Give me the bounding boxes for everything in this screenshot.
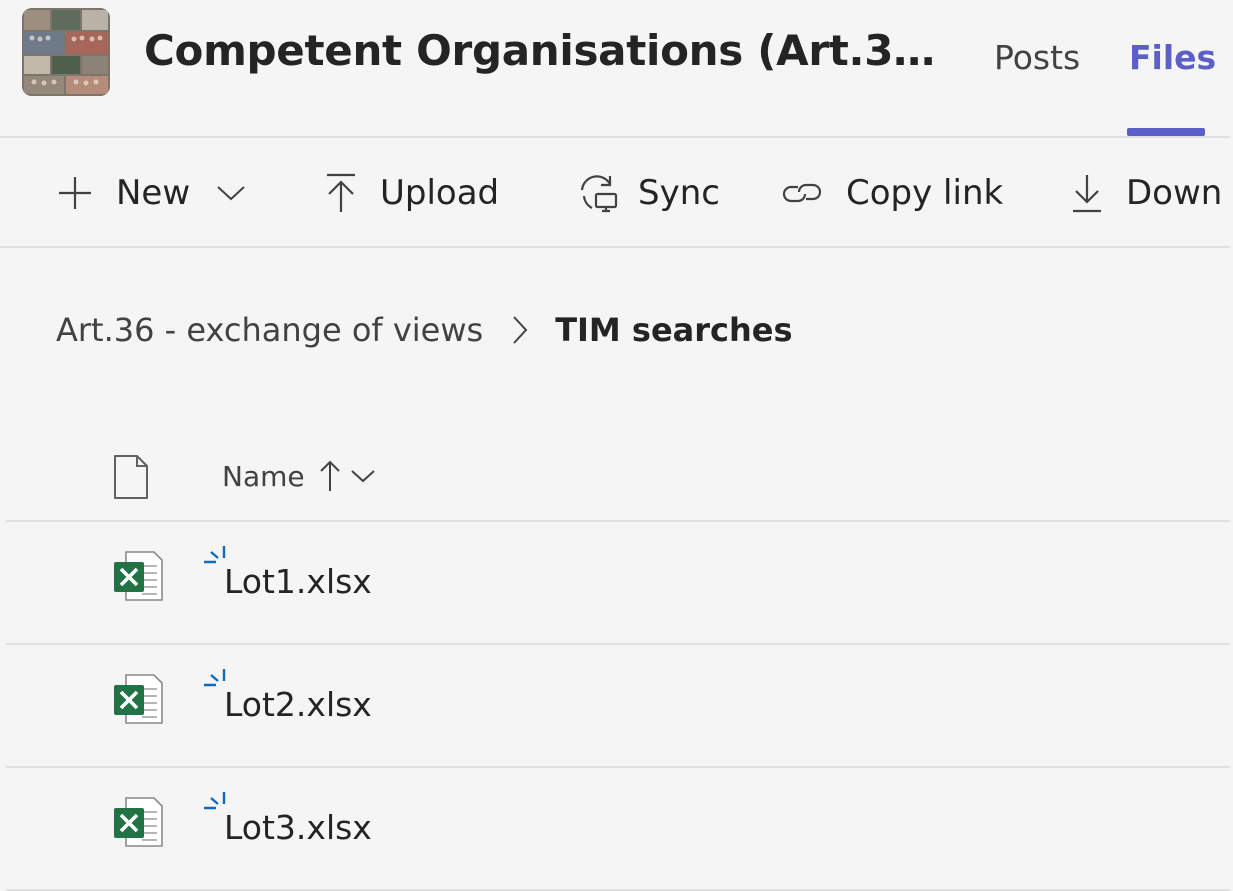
upload-icon <box>327 173 355 212</box>
link-icon <box>782 183 822 203</box>
breadcrumb-current-folder: TIM searches <box>555 311 793 349</box>
team-header: Competent Organisations (Art.3… Posts Fi… <box>0 0 1230 138</box>
file-name[interactable]: Lot1.xlsx <box>224 562 372 601</box>
team-photo-collage-icon <box>22 8 110 96</box>
command-bar: New Upload Sync Copy link Down <box>0 138 1230 248</box>
tab-files[interactable]: Files <box>1129 38 1216 77</box>
upload-button-label: Upload <box>380 173 500 213</box>
team-title: Competent Organisations (Art.3… <box>144 26 935 75</box>
chevron-right-icon <box>511 314 529 346</box>
file-row[interactable]: Lot1.xlsx <box>6 522 1230 645</box>
download-button-label: Down <box>1126 173 1223 213</box>
sync-button-label: Sync <box>638 173 720 213</box>
new-button-label: New <box>116 173 191 213</box>
file-name[interactable]: Lot2.xlsx <box>224 685 372 724</box>
sort-ascending-icon <box>319 460 340 491</box>
name-column-header[interactable]: Name <box>222 456 377 496</box>
download-icon <box>1073 175 1101 213</box>
name-column-label: Name <box>222 459 305 493</box>
chevron-down-icon <box>217 186 245 201</box>
team-avatar[interactable] <box>22 8 110 96</box>
file-name[interactable]: Lot3.xlsx <box>224 808 372 847</box>
excel-file-icon <box>112 796 164 852</box>
chevron-down-icon <box>350 470 375 483</box>
tab-posts[interactable]: Posts <box>994 38 1080 77</box>
document-icon <box>114 455 148 499</box>
breadcrumb: Art.36 - exchange of views TIM searches <box>56 308 793 352</box>
file-row[interactable]: Lot3.xlsx <box>6 768 1230 891</box>
download-button[interactable]: Down <box>1070 168 1222 218</box>
file-row[interactable]: Lot2.xlsx <box>6 645 1230 768</box>
list-header: Name <box>6 430 1230 522</box>
new-button[interactable]: New <box>56 168 246 218</box>
sync-button[interactable]: Sync <box>576 168 720 218</box>
sync-icon <box>580 175 618 213</box>
breadcrumb-parent-folder[interactable]: Art.36 - exchange of views <box>56 311 483 349</box>
copy-link-button-label: Copy link <box>846 173 1004 213</box>
plus-icon <box>59 177 91 209</box>
excel-file-icon <box>112 673 164 729</box>
file-type-column-icon[interactable] <box>112 454 150 504</box>
upload-button[interactable]: Upload <box>324 168 499 218</box>
copy-link-button[interactable]: Copy link <box>780 168 1003 218</box>
active-tab-indicator <box>1127 128 1205 136</box>
excel-file-icon <box>112 550 164 606</box>
